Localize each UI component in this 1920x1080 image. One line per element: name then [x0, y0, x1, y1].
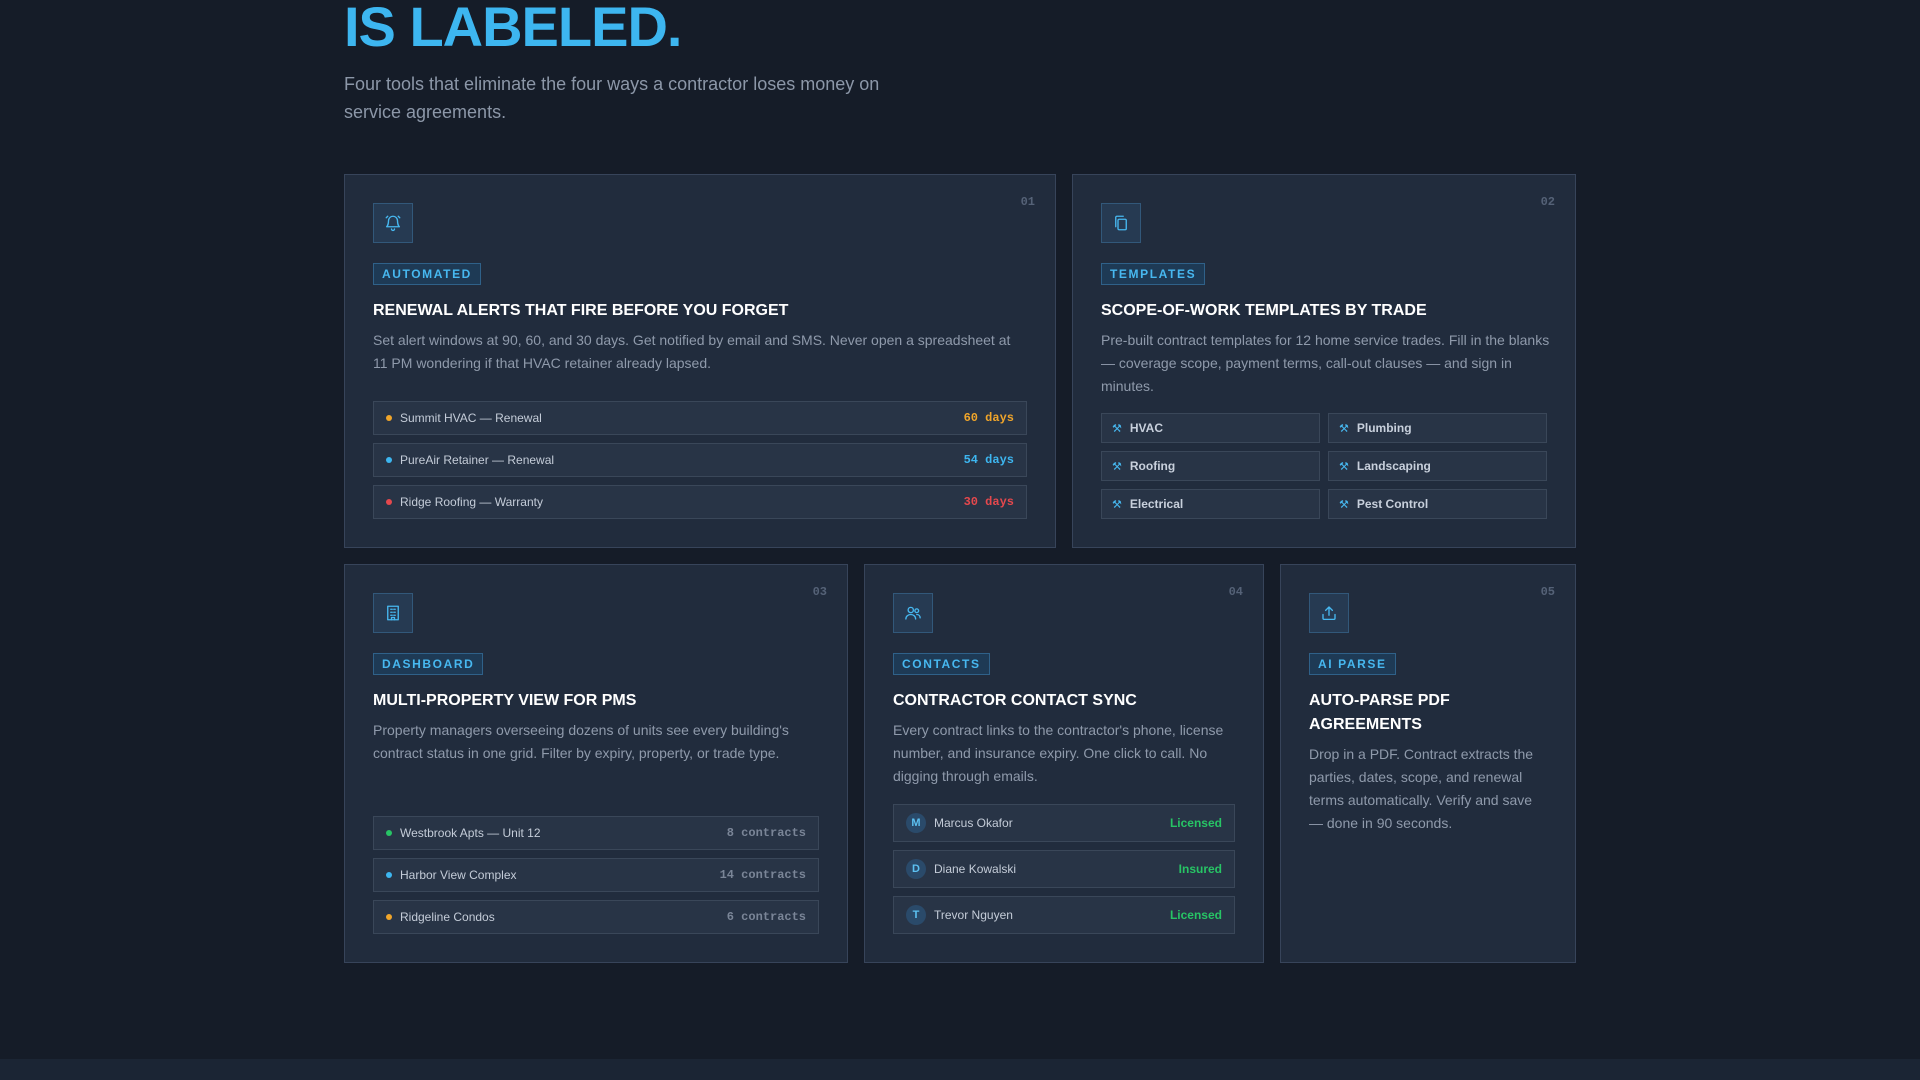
feature-badge: DASHBOARD	[373, 653, 484, 675]
card-number: 05	[1540, 585, 1555, 599]
list-item: Westbrook Apts — Unit 12 8 contracts	[373, 816, 819, 850]
status-badge: Insured	[1178, 862, 1222, 876]
wrench-icon: ⚒	[1339, 422, 1349, 435]
status-badge: Licensed	[1169, 908, 1222, 922]
upload-icon	[1309, 593, 1349, 633]
trade-label: Electrical	[1129, 497, 1184, 511]
feature-badge: AUTOMATED	[373, 263, 481, 285]
contract-count: 14 contracts	[719, 868, 806, 882]
days-remaining: 30 days	[963, 495, 1014, 509]
trade-label: Roofing	[1129, 459, 1176, 473]
status-dot	[386, 872, 392, 878]
feature-card-templates: 02 TEMPLATES SCOPE-OF-WORK TEMPLATES BY …	[1072, 174, 1576, 548]
list-item: Ridge Roofing — Warranty 30 days	[373, 485, 1027, 519]
building-icon	[373, 593, 413, 633]
feature-card-ai-parse: 05 AI PARSE AUTO-PARSE PDF AGREEMENTS Dr…	[1280, 564, 1576, 963]
list-item: Harbor View Complex 14 contracts	[373, 858, 819, 892]
wrench-icon: ⚒	[1112, 422, 1122, 435]
contact-name: Trevor Nguyen	[934, 908, 1013, 922]
footer-band	[0, 1059, 1920, 1080]
wrench-icon: ⚒	[1112, 498, 1122, 511]
feature-card-renewal-alerts: 01 AUTOMATED RENEWAL ALERTS THAT FIRE BE…	[344, 174, 1056, 548]
contact-row[interactable]: D Diane Kowalski Insured	[893, 850, 1235, 888]
feature-title: RENEWAL ALERTS THAT FIRE BEFORE YOU FORG…	[373, 302, 789, 319]
days-remaining: 54 days	[963, 453, 1014, 467]
avatar: T	[906, 905, 926, 925]
users-icon	[893, 593, 933, 633]
list-item: Ridgeline Condos 6 contracts	[373, 900, 819, 934]
card-number: 01	[1020, 195, 1035, 209]
list-item: PureAir Retainer — Renewal 54 days	[373, 443, 1027, 477]
feature-description: Every contract links to the contractor's…	[893, 722, 1224, 784]
status-badge: Licensed	[1169, 816, 1222, 830]
trade-label: Plumbing	[1356, 421, 1412, 435]
feature-description: Property managers overseeing dozens of u…	[373, 722, 789, 761]
feature-badge: CONTACTS	[893, 653, 990, 675]
feature-description: Drop in a PDF. Contract extracts the par…	[1309, 746, 1534, 831]
trade-chip-electrical[interactable]: ⚒ Electrical	[1101, 489, 1320, 519]
feature-description: Pre-built contract templates for 12 home…	[1101, 332, 1550, 394]
section-title: IS LABELED.	[344, 0, 682, 58]
feature-card-dashboard: 03 DASHBOARD MULTI-PROPERTY VIEW FOR PMS…	[344, 564, 848, 963]
trade-chip-roofing[interactable]: ⚒ Roofing	[1101, 451, 1320, 481]
feature-badge: AI PARSE	[1309, 653, 1396, 675]
card-number: 04	[1228, 585, 1243, 599]
trade-chip-pest-control[interactable]: ⚒ Pest Control	[1328, 489, 1547, 519]
copy-documents-icon	[1101, 203, 1141, 243]
row-label: Westbrook Apts — Unit 12	[400, 826, 541, 840]
avatar: D	[906, 859, 926, 879]
row-label: Ridgeline Condos	[400, 910, 495, 924]
contact-row[interactable]: M Marcus Okafor Licensed	[893, 804, 1235, 842]
bell-icon	[373, 203, 413, 243]
contact-row[interactable]: T Trevor Nguyen Licensed	[893, 896, 1235, 934]
trade-label: HVAC	[1129, 421, 1163, 435]
status-dot	[386, 914, 392, 920]
avatar: M	[906, 813, 926, 833]
row-label: Ridge Roofing — Warranty	[400, 495, 543, 509]
status-dot	[386, 457, 392, 463]
trade-label: Pest Control	[1356, 497, 1429, 511]
card-number: 03	[812, 585, 827, 599]
status-dot	[386, 415, 392, 421]
feature-description: Set alert windows at 90, 60, and 30 days…	[373, 332, 1011, 371]
list-item: Summit HVAC — Renewal 60 days	[373, 401, 1027, 435]
wrench-icon: ⚒	[1112, 460, 1122, 473]
contract-count: 8 contracts	[726, 826, 806, 840]
card-number: 02	[1540, 195, 1555, 209]
contact-name: Marcus Okafor	[934, 816, 1013, 830]
trade-chip-hvac[interactable]: ⚒ HVAC	[1101, 413, 1320, 443]
trade-chip-landscaping[interactable]: ⚒ Landscaping	[1328, 451, 1547, 481]
features-section: IS LABELED. Four tools that eliminate th…	[0, 0, 1920, 1080]
days-remaining: 60 days	[963, 411, 1014, 425]
row-label: PureAir Retainer — Renewal	[400, 453, 555, 467]
feature-badge: TEMPLATES	[1101, 263, 1206, 285]
contract-count: 6 contracts	[726, 910, 806, 924]
feature-card-contacts: 04 CONTACTS CONTRACTOR CONTACT SYNC Ever…	[864, 564, 1264, 963]
contact-name: Diane Kowalski	[934, 862, 1017, 876]
trade-chip-plumbing[interactable]: ⚒ Plumbing	[1328, 413, 1547, 443]
wrench-icon: ⚒	[1339, 460, 1349, 473]
feature-title: MULTI-PROPERTY VIEW FOR PMS	[373, 692, 637, 709]
status-dot	[386, 830, 392, 836]
wrench-icon: ⚒	[1339, 498, 1349, 511]
feature-title: AUTO-PARSE PDF AGREEMENTS	[1309, 692, 1450, 733]
feature-title: CONTRACTOR CONTACT SYNC	[893, 692, 1137, 709]
feature-title: SCOPE-OF-WORK TEMPLATES BY TRADE	[1101, 302, 1427, 319]
row-label: Harbor View Complex	[400, 868, 517, 882]
section-subtitle: Four tools that eliminate the four ways …	[344, 74, 880, 122]
row-label: Summit HVAC — Renewal	[400, 411, 542, 425]
status-dot	[386, 499, 392, 505]
trade-label: Landscaping	[1356, 459, 1431, 473]
